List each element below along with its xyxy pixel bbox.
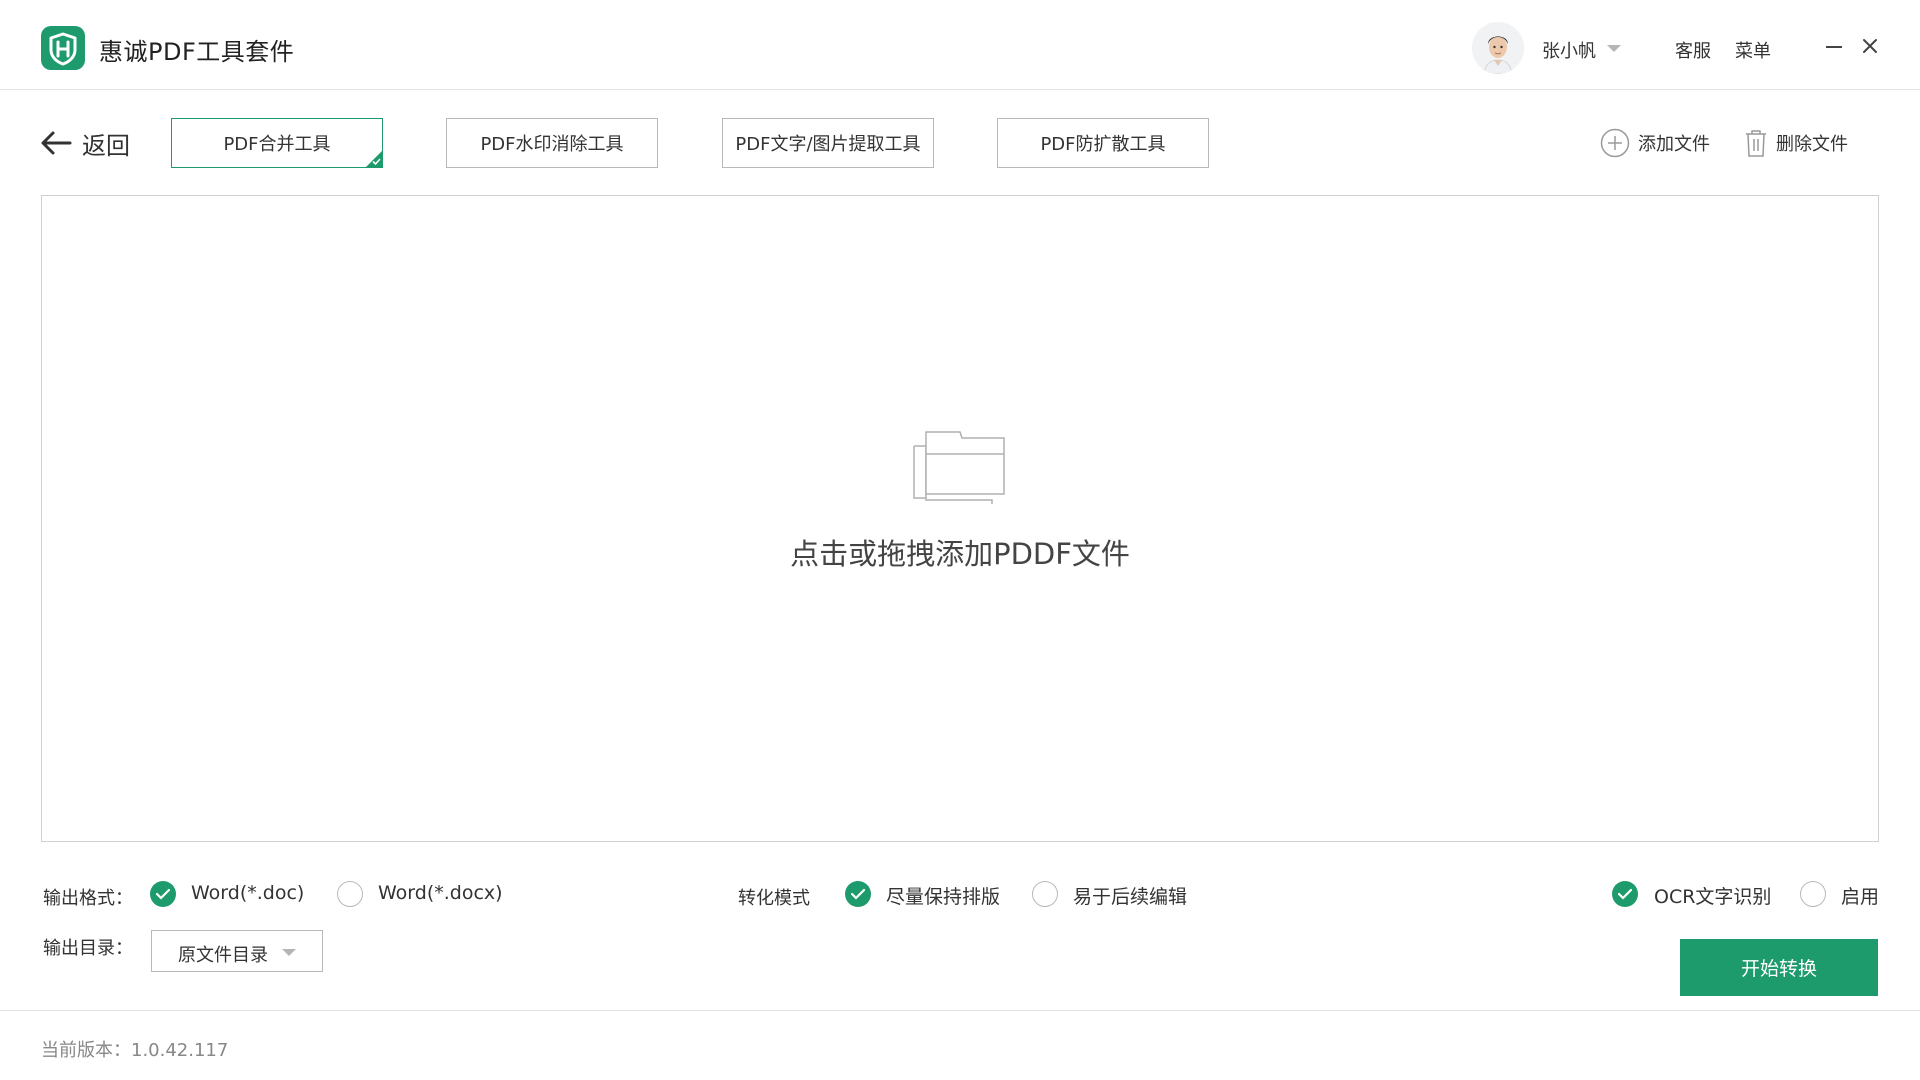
drop-prompt: 点击或拖拽添加PDDF文件 xyxy=(790,537,1130,571)
radio-word-docx[interactable] xyxy=(337,881,363,907)
back-label: 返回 xyxy=(82,131,130,160)
convert-mode-label: 转化模式 xyxy=(738,888,810,909)
back-button[interactable]: 返回 xyxy=(40,126,130,160)
user-avatar[interactable] xyxy=(1472,22,1524,74)
add-file-button[interactable]: 添加文件 xyxy=(1600,126,1710,160)
minimize-icon[interactable] xyxy=(1824,36,1844,56)
footer-divider xyxy=(0,1010,1920,1011)
user-name[interactable]: 张小帆 xyxy=(1542,37,1596,63)
app-title: 惠诚PDF工具套件 xyxy=(99,38,295,66)
radio-label: Word(*.doc) xyxy=(191,882,305,904)
radio-label: 启用 xyxy=(1841,886,1880,908)
tab-pdf-anti-spread[interactable]: PDF防扩散工具 xyxy=(997,118,1209,168)
close-icon[interactable] xyxy=(1860,36,1880,56)
tab-pdf-watermark-remove[interactable]: PDF水印消除工具 xyxy=(446,118,658,168)
radio-word-doc[interactable] xyxy=(150,881,176,907)
delete-file-label: 删除文件 xyxy=(1776,134,1848,155)
plus-circle-icon xyxy=(1600,128,1630,158)
output-format-label: 输出格式： xyxy=(43,888,133,909)
radio-keep-layout[interactable] xyxy=(845,881,871,907)
tab-pdf-merge[interactable]: PDF合并工具 xyxy=(171,118,383,168)
customer-service-link[interactable]: 客服 xyxy=(1675,37,1711,63)
add-file-label: 添加文件 xyxy=(1638,134,1710,155)
tab-label: PDF防扩散工具 xyxy=(1040,134,1166,155)
check-icon xyxy=(372,158,381,166)
tab-pdf-text-image-extract[interactable]: PDF文字/图片提取工具 xyxy=(722,118,934,168)
file-drop-zone[interactable]: 点击或拖拽添加PDDF文件 xyxy=(41,195,1879,842)
trash-icon xyxy=(1746,130,1766,157)
radio-easy-edit[interactable] xyxy=(1032,881,1058,907)
output-dir-select[interactable]: 原文件目录 xyxy=(151,930,323,972)
title-bar: 惠诚PDF工具套件 张小帆 客服 菜单 xyxy=(0,0,1920,90)
version-text: 当前版本：1.0.42.117 xyxy=(41,1040,229,1061)
radio-label: OCR文字识别 xyxy=(1654,886,1772,908)
delete-file-button[interactable]: 删除文件 xyxy=(1744,126,1848,160)
chevron-down-icon[interactable] xyxy=(1607,45,1621,52)
arrow-left-icon xyxy=(41,131,72,155)
chevron-down-icon xyxy=(282,949,296,956)
folder-icon xyxy=(913,431,1005,504)
app-logo-icon xyxy=(41,26,85,70)
radio-label: 尽量保持排版 xyxy=(886,886,1001,908)
output-dir-value: 原文件目录 xyxy=(178,945,268,966)
menu-link[interactable]: 菜单 xyxy=(1735,37,1771,63)
radio-label: 易于后续编辑 xyxy=(1073,886,1188,908)
radio-enable[interactable] xyxy=(1800,881,1826,907)
output-dir-label: 输出目录： xyxy=(43,938,133,959)
start-convert-button[interactable]: 开始转换 xyxy=(1680,939,1878,996)
tab-label: PDF文字/图片提取工具 xyxy=(735,134,921,155)
tab-label: PDF水印消除工具 xyxy=(480,134,624,155)
radio-ocr[interactable] xyxy=(1612,881,1638,907)
tab-label: PDF合并工具 xyxy=(223,134,331,155)
radio-label: Word(*.docx) xyxy=(378,882,503,904)
